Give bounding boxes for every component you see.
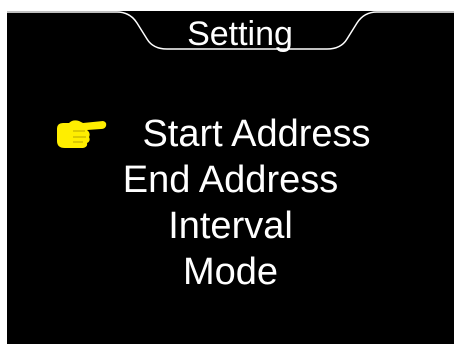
menu-item-interval[interactable]: Interval <box>7 203 454 249</box>
settings-menu: Start Address End Address Interval Mode <box>7 111 454 295</box>
menu-item-label: Start Address <box>142 113 371 155</box>
page-title: Setting <box>187 15 293 53</box>
menu-item-mode[interactable]: Mode <box>7 249 454 295</box>
menu-item-label: Mode <box>182 251 279 293</box>
device-screen: Setting Start Address End Address Interv… <box>7 11 454 344</box>
title-tab: Setting <box>7 11 454 57</box>
menu-item-label: End Address <box>122 159 339 201</box>
menu-item-end-address[interactable]: End Address <box>7 157 454 203</box>
menu-item-start-address[interactable]: Start Address <box>7 111 454 157</box>
menu-item-label: Interval <box>168 205 293 247</box>
pointing-hand-icon <box>57 120 107 148</box>
